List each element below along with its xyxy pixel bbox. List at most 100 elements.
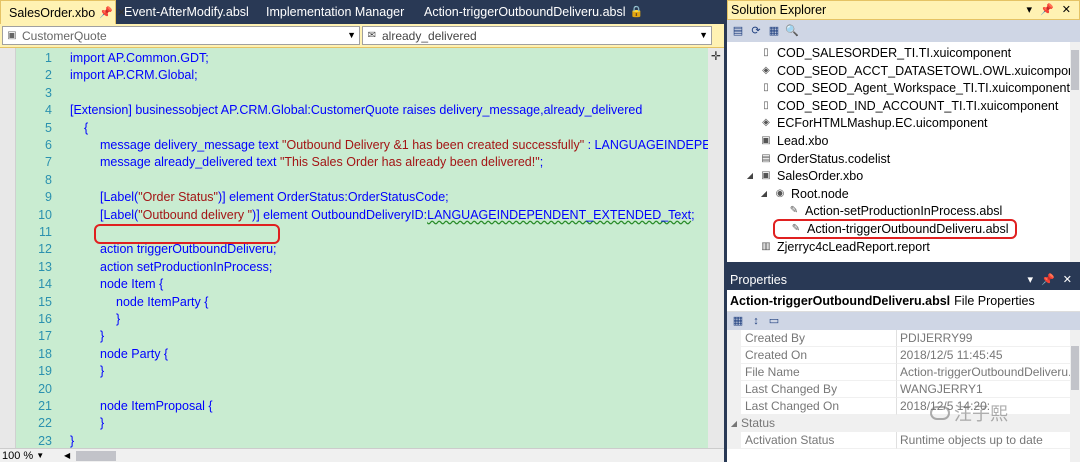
code-line[interactable]: node ItemProposal { bbox=[100, 398, 213, 415]
property-row[interactable]: Last Changed On 2018/12/5 14:20: bbox=[727, 398, 1080, 415]
code-line-trigger-action[interactable]: action triggerOutboundDeliveru; bbox=[100, 241, 277, 258]
tree-item[interactable]: ◢ ▣ SalesOrder.xbo bbox=[745, 167, 863, 185]
panel-title-text: Solution Explorer bbox=[731, 3, 827, 17]
property-row[interactable]: Created On 2018/12/5 11:45:45 bbox=[727, 347, 1080, 364]
type-dropdown[interactable]: ▣ CustomerQuote ▼ bbox=[2, 26, 360, 45]
tree-item[interactable]: ▤ OrderStatus.codelist bbox=[745, 150, 890, 168]
code-line[interactable]: { bbox=[84, 120, 88, 137]
zoom-dropdown[interactable]: 100 % ▼ bbox=[0, 449, 60, 462]
message-icon: ✉ bbox=[367, 30, 377, 41]
tree-item[interactable]: ✎ Action-triggerOutboundDeliveru.absl bbox=[773, 219, 1017, 239]
chevron-down-icon[interactable]: ▼ bbox=[347, 30, 356, 40]
code-line[interactable]: node Item { bbox=[100, 276, 163, 293]
property-name: Created On bbox=[741, 347, 897, 364]
properties-icon[interactable]: ▤ bbox=[730, 23, 746, 39]
property-pages-icon[interactable]: ▭ bbox=[766, 313, 782, 329]
property-gutter bbox=[727, 364, 741, 381]
property-row[interactable]: Activation Status Runtime objects up to d… bbox=[727, 432, 1080, 449]
collapse-arrow-icon[interactable]: ◢ bbox=[727, 415, 741, 432]
tab-label: Action-triggerOutboundDeliveru.absl bbox=[424, 5, 626, 19]
code-line[interactable]: node Party { bbox=[100, 346, 168, 363]
tab-action-trigger[interactable]: Action-triggerOutboundDeliveru.absl 🔒 bbox=[416, 0, 646, 24]
navigation-bar: ▣ CustomerQuote ▼ ✉ already_delivered ▼ bbox=[0, 24, 724, 48]
tree-item-label: SalesOrder.xbo bbox=[777, 169, 864, 184]
pin-icon[interactable]: 📌 bbox=[99, 1, 113, 25]
property-value[interactable]: Action-triggerOutboundDeliveru. bbox=[897, 364, 1080, 381]
property-row[interactable]: Created By PDIJERRY99 bbox=[727, 330, 1080, 347]
tree-item-label: Zjerryc4cLeadReport.report bbox=[777, 239, 930, 254]
alphabetical-icon[interactable]: ↕ bbox=[748, 313, 764, 329]
code-line[interactable]: } bbox=[70, 433, 74, 448]
refresh-icon[interactable]: ⟳ bbox=[748, 23, 764, 39]
scrollbar-thumb[interactable] bbox=[1071, 50, 1079, 90]
scrollbar-thumb[interactable] bbox=[1071, 346, 1079, 390]
tree-item[interactable]: ▣ Lead.xbo bbox=[745, 132, 828, 150]
code-line[interactable]: [Extension] businessobject AP.CRM.Global… bbox=[70, 102, 642, 119]
tab-implementation-manager[interactable]: Implementation Manager bbox=[258, 0, 416, 24]
chevron-down-icon[interactable]: ▼ bbox=[699, 30, 708, 40]
search-icon[interactable]: 🔍 bbox=[784, 23, 800, 39]
tab-salesorder-xbo[interactable]: SalesOrder.xbo 📌 ✕ bbox=[0, 0, 126, 25]
dropdown-icon[interactable]: ▾ bbox=[1028, 270, 1034, 290]
panel-title-text: Properties bbox=[730, 273, 787, 287]
vertical-scrollbar[interactable] bbox=[1070, 42, 1080, 262]
code-line[interactable]: } bbox=[100, 328, 104, 345]
tree-item[interactable]: ◈ ECForHTMLMashup.EC.uicomponent bbox=[745, 114, 987, 132]
property-value[interactable]: 2018/12/5 11:45:45 bbox=[897, 347, 1080, 364]
member-dropdown[interactable]: ✉ already_delivered ▼ bbox=[362, 26, 712, 45]
property-category[interactable]: ◢ Status bbox=[727, 415, 1080, 432]
code-warning-text: LANGUAGEINDEPENDENT_EXTENDED_Text bbox=[427, 207, 692, 222]
property-value[interactable]: PDIJERRY99 bbox=[897, 330, 1080, 347]
line-number: 13 bbox=[38, 259, 52, 274]
properties-toolbar: ▦ ↕ ▭ bbox=[727, 312, 1080, 330]
code-line[interactable]: message delivery_message text "Outbound … bbox=[100, 137, 711, 154]
pin-icon[interactable]: 📌 bbox=[1040, 0, 1054, 20]
code-line[interactable]: import AP.Common.GDT; bbox=[70, 50, 209, 67]
code-line[interactable]: action setProductionInProcess; bbox=[100, 259, 272, 276]
scroll-left-icon[interactable]: ◀ bbox=[60, 451, 74, 460]
code-line[interactable]: message already_delivered text "This Sal… bbox=[100, 154, 543, 171]
expand-arrow-icon[interactable]: ◢ bbox=[759, 185, 769, 203]
tree-item-label: Action-setProductionInProcess.absl bbox=[805, 204, 1003, 219]
properties-object-selector[interactable]: Action-triggerOutboundDeliveru.absl File… bbox=[727, 290, 1080, 312]
code-text-area[interactable]: 1234567891011121314151617181920212223242… bbox=[0, 48, 724, 448]
tree-item[interactable]: ▥ Zjerryc4cLeadReport.report bbox=[745, 238, 930, 256]
property-row[interactable]: Last Changed By WANGJERRY1 bbox=[727, 381, 1080, 398]
code-line[interactable]: node ItemParty { bbox=[116, 294, 208, 311]
code-line[interactable]: } bbox=[100, 415, 104, 432]
vertical-scrollbar[interactable] bbox=[1070, 330, 1080, 462]
tab-event-aftermodify[interactable]: Event-AfterModify.absl bbox=[116, 0, 258, 24]
script-icon: ✎ bbox=[791, 223, 801, 234]
property-row[interactable]: File Name Action-triggerOutboundDeliveru. bbox=[727, 364, 1080, 381]
tree-item[interactable]: ▯ COD_SEOD_Agent_Workspace_TI.TI.xuicompo… bbox=[745, 79, 1070, 97]
vertical-scrollbar[interactable] bbox=[708, 48, 724, 448]
code-line[interactable]: } bbox=[100, 363, 104, 380]
code-line[interactable]: [Label("Outbound delivery ")] element Ou… bbox=[100, 207, 695, 224]
code-line[interactable]: [Label("Order Status")] element OrderSta… bbox=[100, 189, 449, 206]
properties-title[interactable]: Properties ▾ 📌 ✕ bbox=[727, 270, 1080, 290]
property-value[interactable]: WANGJERRY1 bbox=[897, 381, 1080, 398]
tree-item[interactable]: ▯ COD_SEOD_IND_ACCOUNT_TI.TI.xuicomponent bbox=[745, 97, 1058, 115]
categorized-icon[interactable]: ▦ bbox=[730, 313, 746, 329]
dropdown-icon[interactable]: ▾ bbox=[1027, 0, 1033, 20]
tree-item[interactable]: ✎ Action-setProductionInProcess.absl bbox=[773, 202, 1003, 220]
property-value[interactable]: Runtime objects up to date bbox=[897, 432, 1080, 449]
pin-icon[interactable]: 📌 bbox=[1041, 270, 1055, 290]
tree-item[interactable]: ◈ COD_SEOD_ACCT_DATASETOWL.OWL.xuicompone… bbox=[745, 62, 1080, 80]
tree-item[interactable]: ▯ COD_SALESORDER_TI.TI.xuicomponent bbox=[745, 44, 1011, 62]
tree-item[interactable]: ◢ ◉ Root.node bbox=[759, 185, 849, 203]
property-value[interactable]: 2018/12/5 14:20: bbox=[897, 398, 1080, 415]
expand-arrow-icon[interactable]: ◢ bbox=[745, 167, 755, 185]
close-icon[interactable]: ✕ bbox=[1063, 270, 1072, 290]
show-files-icon[interactable]: ▦ bbox=[766, 23, 782, 39]
code-string: "Outbound delivery " bbox=[138, 207, 253, 222]
solution-explorer-title[interactable]: Solution Explorer ▾ 📌 ✕ bbox=[727, 0, 1080, 20]
document-icon: ▯ bbox=[763, 47, 769, 58]
code-string: "Order Status" bbox=[138, 190, 218, 205]
horizontal-scrollbar-thumb[interactable] bbox=[76, 450, 117, 461]
split-icon[interactable]: ✛ bbox=[708, 48, 724, 64]
chevron-down-icon[interactable]: ▼ bbox=[36, 451, 44, 460]
close-icon[interactable]: ✕ bbox=[1062, 0, 1071, 20]
code-line[interactable]: } bbox=[116, 311, 120, 328]
code-line[interactable]: import AP.CRM.Global; bbox=[70, 67, 198, 84]
